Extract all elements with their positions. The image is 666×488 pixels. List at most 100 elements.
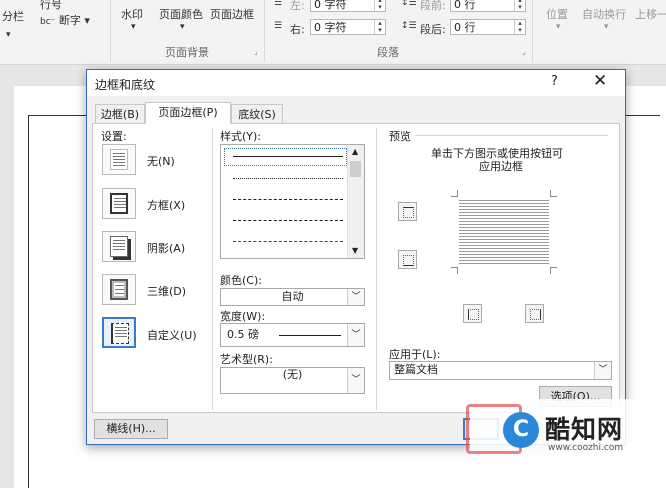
setting-shadow-button[interactable] (102, 231, 136, 262)
scroll-down-icon[interactable]: ▼ (352, 246, 358, 255)
page-shadow-icon (110, 236, 128, 257)
apply-to-select[interactable]: 整篇文档 ﹀ (389, 361, 612, 380)
width-value: 0.5 磅 (227, 328, 259, 341)
preview-page[interactable] (451, 190, 557, 274)
spin-icon[interactable]: ▴ ▾ (514, 20, 525, 34)
line-style-list[interactable]: ▲ ▼ (220, 144, 365, 259)
preview-hint-line2: 应用边框 (479, 160, 523, 173)
right-border-toggle-icon[interactable] (525, 304, 544, 323)
line-style-small-dash[interactable] (233, 199, 343, 200)
hyphenation-button[interactable]: bc⁻ 断字 ▾ (40, 12, 90, 28)
art-label: 艺术型(R): (220, 353, 273, 366)
indent-left-field[interactable]: 0 字符 ▴ ▾ (310, 0, 386, 12)
page-color-button[interactable]: 页面颜色 (159, 6, 203, 22)
spacing-after-label: 段后: (420, 23, 446, 36)
chevron-down-icon[interactable]: ﹀ (347, 324, 364, 346)
help-button[interactable]: ? (551, 74, 558, 89)
spacing-before-icon: ↕☰ (401, 0, 417, 8)
ribbon-divider (532, 0, 533, 62)
setting-box-button[interactable] (102, 188, 136, 219)
line-style-dash[interactable] (233, 220, 343, 221)
chevron-down-icon[interactable]: ﹀ (347, 368, 364, 393)
page-background-group-label: 页面背景 (165, 46, 209, 59)
chevron-down-icon[interactable]: ﹀ (594, 362, 611, 379)
setting-custom-label[interactable]: 自定义(U) (147, 327, 197, 343)
setting-custom-button[interactable] (102, 317, 136, 348)
width-select[interactable]: 0.5 磅 ﹀ (220, 323, 365, 347)
ribbon-divider (110, 0, 111, 62)
line-style-solid[interactable] (233, 156, 343, 157)
chevron-down-icon: ▾ (556, 22, 561, 32)
scroll-up-icon[interactable]: ▲ (352, 147, 358, 156)
ribbon-divider (264, 0, 265, 62)
bottom-border-toggle-icon[interactable] (398, 250, 417, 269)
setting-box-label[interactable]: 方框(X) (147, 197, 185, 213)
indent-right-icon: ☰ (274, 21, 283, 31)
indent-left-label: 左: (290, 0, 305, 12)
preview-separator (415, 135, 608, 136)
indent-right-field[interactable]: 0 字符 ▴ ▾ (310, 19, 386, 35)
art-select[interactable]: (无) ﹀ (220, 367, 365, 394)
setting-shadow-label[interactable]: 阴影(A) (147, 240, 185, 256)
indent-left-value: 0 字符 (314, 0, 347, 11)
setting-3d-button[interactable] (102, 274, 136, 305)
spacing-before-value: 0 行 (454, 0, 476, 11)
spacing-before-field[interactable]: 0 行 ▴ ▾ (450, 0, 526, 12)
paragraph-group-label: 段落 (377, 46, 399, 59)
style-label: 样式(Y): (220, 130, 262, 143)
coozhi-logo-url: www.coozhi.com (548, 443, 624, 453)
top-border-toggle-icon[interactable] (398, 202, 417, 221)
art-value: (无) (282, 368, 303, 381)
chevron-down-icon[interactable]: ﹀ (347, 289, 364, 305)
close-icon[interactable]: ✕ (593, 71, 607, 91)
indent-right-value: 0 字符 (314, 21, 347, 34)
spacing-after-icon: ↕☰ (401, 21, 417, 31)
tab-page-border[interactable]: 页面边框(P) (145, 102, 231, 124)
setting-none-label[interactable]: 无(N) (147, 153, 175, 169)
preview-text-lines (459, 198, 549, 266)
borders-and-shading-dialog: 边框和底纹 ? ✕ 边框(B) 页面边框(P) 底纹(S) 设置: 无(N) 方… (86, 69, 626, 445)
spin-icon[interactable]: ▴ ▾ (514, 0, 525, 11)
chevron-down-icon: ▾ (604, 22, 609, 32)
hyphenation-icon: bc⁻ (40, 17, 56, 27)
line-numbers-button[interactable]: 行号 (40, 0, 62, 12)
apply-to-value: 整篇文档 (394, 363, 438, 376)
line-style-selected[interactable] (224, 148, 347, 166)
spacing-after-value: 0 行 (454, 21, 476, 34)
position-button[interactable]: 位置 (546, 6, 568, 22)
tab-shading[interactable]: 底纹(S) (231, 104, 283, 123)
horizontal-line-button[interactable]: 横线(H)... (94, 419, 168, 439)
dialog-launcher-icon[interactable]: ⌟ (254, 47, 258, 56)
page-custom-icon (111, 323, 129, 344)
page-borders-button[interactable]: 页面边框 (210, 6, 254, 22)
chevron-down-icon: ▾ (131, 22, 136, 32)
setting-none-button[interactable] (102, 144, 136, 175)
hyphenation-label: 断字 (58, 14, 81, 27)
columns-button[interactable]: 分栏 (2, 8, 24, 24)
scrollbar-thumb[interactable] (350, 161, 361, 177)
chevron-down-icon: ▾ (180, 22, 185, 32)
line-style-dotted[interactable] (233, 178, 343, 179)
dropdown-arrow-icon[interactable]: ▾ (6, 30, 11, 40)
dialog-title: 边框和底纹 (95, 78, 156, 92)
left-border-toggle-icon[interactable] (463, 304, 482, 323)
settings-label: 设置: (101, 130, 127, 143)
wrap-text-button[interactable]: 自动换行 (582, 6, 626, 22)
tab-borders[interactable]: 边框(B) (95, 104, 145, 123)
spin-icon[interactable]: ▴ ▾ (374, 0, 385, 11)
setting-3d-label[interactable]: 三维(D) (147, 283, 186, 299)
color-select[interactable]: 自动 ﹀ (220, 288, 365, 306)
coozhi-logo-icon: C (503, 412, 539, 448)
spacing-after-field[interactable]: 0 行 ▴ ▾ (450, 19, 526, 35)
page-none-icon (110, 149, 128, 170)
dialog-titlebar[interactable] (87, 70, 625, 96)
spacing-before-label: 段前: (420, 0, 446, 12)
line-style-dash-dot[interactable] (233, 241, 343, 242)
spin-icon[interactable]: ▴ ▾ (374, 20, 385, 34)
dialog-launcher-icon[interactable]: ⌟ (522, 47, 526, 56)
tab-panel: 设置: 无(N) 方框(X) 阴影(A) 三维(D) 自定义(U) 样式(Y):… (92, 123, 620, 413)
coozhi-logo-name: 酷知网 (545, 415, 624, 444)
bring-forward-button[interactable]: 上移一 (635, 6, 666, 22)
watermark-button[interactable]: 水印 (121, 6, 143, 22)
style-list-scrollbar[interactable]: ▲ ▼ (347, 145, 364, 258)
